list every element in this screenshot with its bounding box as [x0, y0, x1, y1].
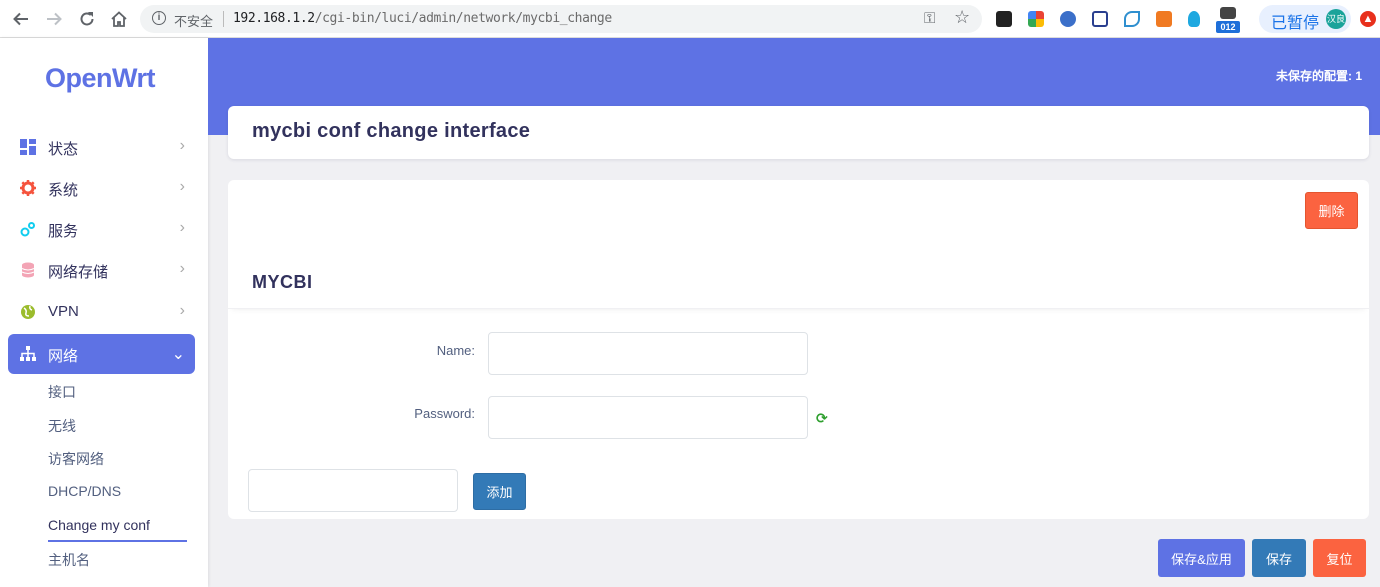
site-info-icon[interactable]: i	[152, 11, 166, 25]
page-title-card: mycbi conf change interface	[228, 106, 1369, 159]
url-host: 192.168.1.2	[233, 11, 315, 26]
section-title: MYCBI	[252, 272, 313, 292]
delete-button[interactable]: 删除	[1305, 192, 1358, 229]
logo[interactable]: OpenWrt	[45, 63, 156, 94]
extension-globe-icon[interactable]	[1060, 11, 1076, 27]
chevron-right-icon: ›	[179, 137, 185, 154]
name-field[interactable]	[488, 332, 808, 375]
submenu-item-interfaces[interactable]: 接口	[48, 382, 76, 402]
extension-printer-icon[interactable]	[1220, 7, 1236, 19]
profile-button[interactable]: 已暂停 汉良	[1259, 5, 1351, 33]
chevron-right-icon: ›	[179, 302, 185, 319]
reveal-password-icon[interactable]: ⟳	[816, 410, 828, 427]
sidebar: OpenWrt 状态 › 系统 › 服务 › 网络存储 › VPN › 网络 ⌄…	[0, 38, 208, 587]
browser-toolbar: i 不安全 192.168.1.2/cgi-bin/luci/admin/net…	[0, 0, 1380, 38]
sidebar-item-vpn[interactable]: VPN ›	[8, 292, 195, 332]
extension-orange-icon[interactable]	[1156, 11, 1172, 27]
active-submenu-indicator	[48, 540, 187, 542]
address-divider	[223, 11, 224, 27]
sidebar-item-label: 状态	[48, 141, 79, 158]
cogs-icon	[20, 222, 35, 237]
sidebar-item-label: 服务	[48, 223, 79, 240]
extension-bulb-icon[interactable]	[1188, 11, 1200, 27]
submenu-item-hostnames[interactable]: 主机名	[48, 550, 90, 570]
avatar: 汉良	[1326, 9, 1346, 29]
sidebar-item-status[interactable]: 状态 ›	[8, 127, 195, 167]
submenu-item-dhcp-dns[interactable]: DHCP/DNS	[48, 483, 121, 499]
reset-button[interactable]: 复位	[1313, 539, 1366, 577]
sidebar-item-label: VPN	[48, 303, 79, 320]
security-label[interactable]: 不安全	[174, 11, 213, 30]
url-path: /cgi-bin/luci/admin/network/mycbi_change	[314, 11, 612, 26]
config-section: 删除 MYCBI Name: Password: ⟳ 添加	[228, 180, 1369, 519]
update-icon[interactable]: ▲	[1360, 11, 1376, 27]
bookmark-star-icon[interactable]: ☆	[954, 7, 970, 28]
page-title: mycbi conf change interface	[252, 120, 531, 142]
chevron-right-icon: ›	[179, 219, 185, 236]
globe-icon	[21, 305, 35, 319]
name-label: Name:	[436, 343, 475, 358]
chevron-down-icon: ⌄	[171, 346, 185, 363]
home-icon[interactable]	[107, 7, 131, 31]
sitemap-icon	[20, 346, 36, 361]
add-button[interactable]: 添加	[473, 473, 526, 510]
address-bar[interactable]: i 不安全 192.168.1.2/cgi-bin/luci/admin/net…	[140, 5, 982, 33]
submenu-item-change-my-conf[interactable]: Change my conf	[48, 517, 150, 533]
extension-leaf-icon[interactable]	[1124, 11, 1140, 27]
extension-chrome-icon[interactable]	[1028, 11, 1044, 27]
password-label: Password:	[414, 406, 475, 421]
reload-icon[interactable]	[75, 7, 99, 31]
section-header: 删除 MYCBI	[228, 180, 1369, 309]
sidebar-item-system[interactable]: 系统 ›	[8, 168, 195, 208]
chevron-right-icon: ›	[179, 260, 185, 277]
dashboard-icon	[20, 139, 36, 155]
gear-icon	[20, 180, 36, 196]
password-field[interactable]	[488, 396, 808, 439]
extension-window-icon[interactable]	[1092, 11, 1108, 27]
save-apply-button[interactable]: 保存&应用	[1158, 539, 1245, 577]
url-text[interactable]: 192.168.1.2/cgi-bin/luci/admin/network/m…	[233, 11, 612, 26]
new-section-name-input[interactable]	[248, 469, 458, 512]
chevron-right-icon: ›	[179, 178, 185, 195]
submenu-item-wireless[interactable]: 无线	[48, 416, 76, 436]
sidebar-item-label: 网络	[48, 348, 79, 365]
sidebar-item-label: 系统	[48, 182, 79, 199]
submenu-item-guest-network[interactable]: 访客网络	[48, 449, 104, 469]
extension-badge: 012	[1216, 21, 1240, 33]
unsaved-changes-link[interactable]: 未保存的配置: 1	[1276, 67, 1362, 84]
sidebar-item-storage[interactable]: 网络存储 ›	[8, 250, 195, 290]
sidebar-item-network[interactable]: 网络 ⌄	[8, 334, 195, 374]
back-icon[interactable]	[9, 7, 33, 31]
sidebar-item-services[interactable]: 服务 ›	[8, 209, 195, 249]
database-icon	[21, 262, 35, 278]
profile-status: 已暂停	[1271, 15, 1320, 32]
extension-ghost-icon[interactable]	[996, 11, 1012, 27]
save-button[interactable]: 保存	[1252, 539, 1306, 577]
forward-icon[interactable]	[42, 7, 66, 31]
sidebar-item-label: 网络存储	[48, 264, 109, 281]
key-icon[interactable]: ⚿	[924, 10, 935, 27]
